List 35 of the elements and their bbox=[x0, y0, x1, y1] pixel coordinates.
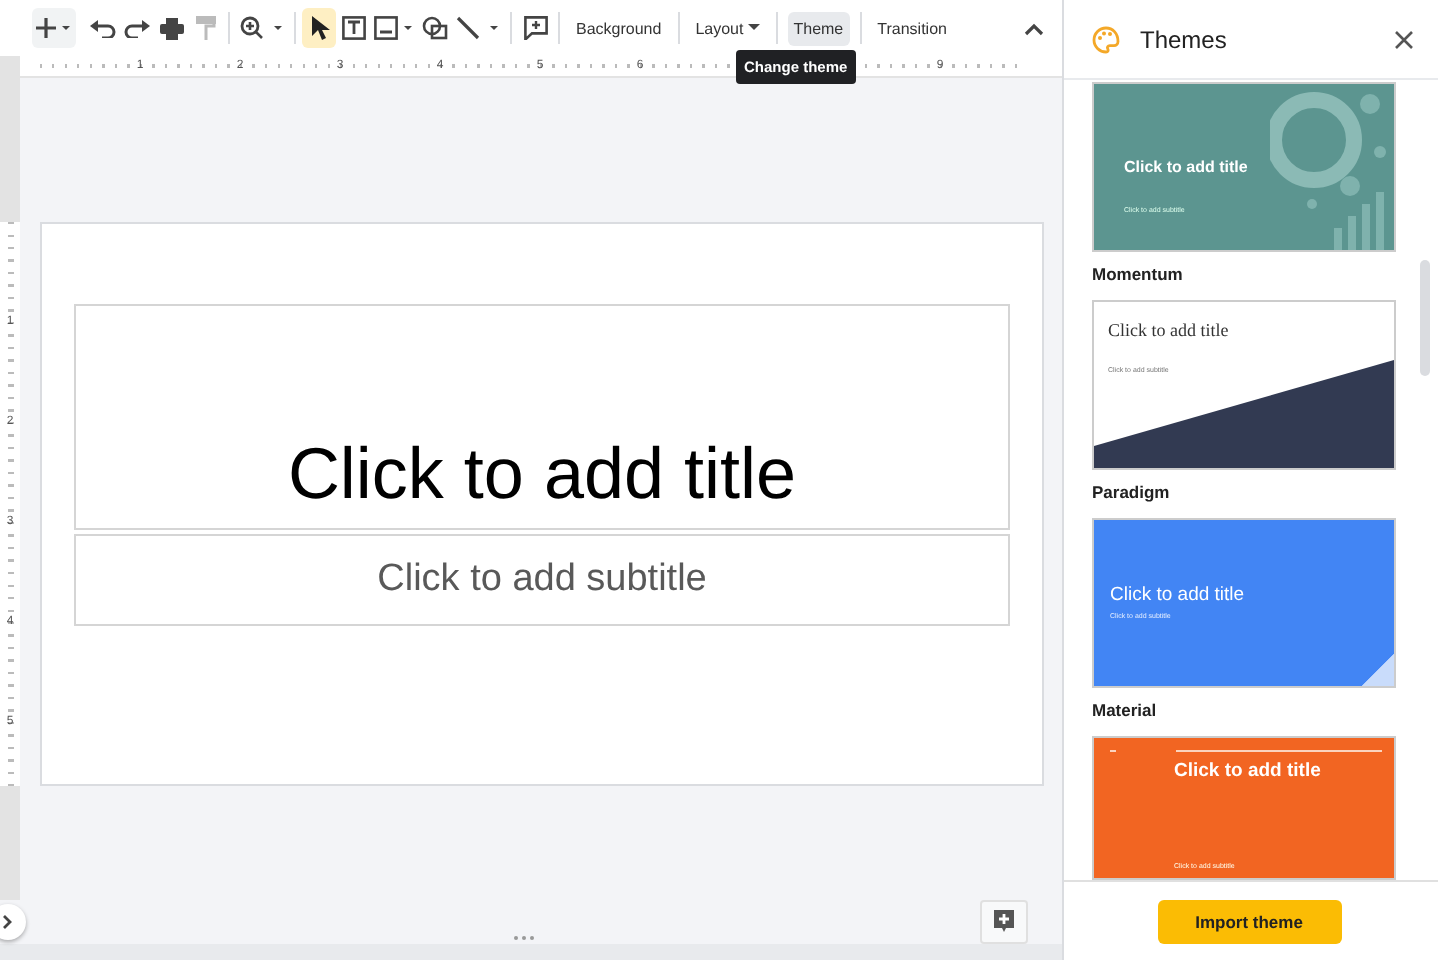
select-tool[interactable] bbox=[302, 8, 336, 48]
theme-name: Material bbox=[1092, 698, 1159, 724]
dash-mark bbox=[1110, 750, 1116, 752]
toolbar-button[interactable]: Transition bbox=[871, 11, 953, 45]
theme-name: Momentum bbox=[1092, 262, 1185, 288]
new-slide-button[interactable] bbox=[32, 8, 76, 48]
slide[interactable]: Click to add title Click to add subtitle bbox=[40, 222, 1044, 786]
line-icon bbox=[456, 16, 500, 40]
plus-icon bbox=[36, 16, 72, 40]
add-comment-icon bbox=[992, 910, 1016, 934]
shapes-icon bbox=[422, 16, 448, 40]
scrollbar[interactable] bbox=[1420, 260, 1430, 376]
thumbnail-title: Click to add title bbox=[1110, 584, 1245, 606]
image-icon bbox=[374, 16, 414, 40]
palette-icon bbox=[1092, 25, 1120, 53]
title-placeholder[interactable]: Click to add title bbox=[74, 304, 1010, 530]
thumbnail-title: Click to add title bbox=[1108, 320, 1229, 340]
toolbar-button[interactable]: Theme bbox=[787, 11, 850, 45]
zoom-icon bbox=[240, 16, 284, 40]
folded-corner-icon bbox=[1362, 654, 1394, 686]
toolbar-button[interactable]: Background bbox=[570, 11, 668, 45]
drag-handle[interactable] bbox=[512, 934, 536, 942]
close-icon[interactable] bbox=[1394, 29, 1414, 49]
subtitle-placeholder[interactable]: Click to add subtitle bbox=[74, 534, 1010, 626]
chevron-icon bbox=[2, 914, 14, 930]
cursor-icon bbox=[309, 16, 329, 40]
thumbnail-title: Click to add title bbox=[1124, 158, 1248, 176]
thumbnail-title: Click to add title bbox=[1174, 760, 1321, 782]
theme-name: Paradigm bbox=[1092, 480, 1172, 506]
import-theme-button[interactable]: Import theme bbox=[1157, 899, 1341, 943]
toolbar-button[interactable]: Layout bbox=[689, 11, 766, 45]
expand-button[interactable] bbox=[0, 904, 26, 940]
text-box-icon bbox=[341, 16, 365, 40]
panel-title: Themes bbox=[1140, 25, 1229, 53]
explore-button[interactable] bbox=[980, 900, 1028, 944]
